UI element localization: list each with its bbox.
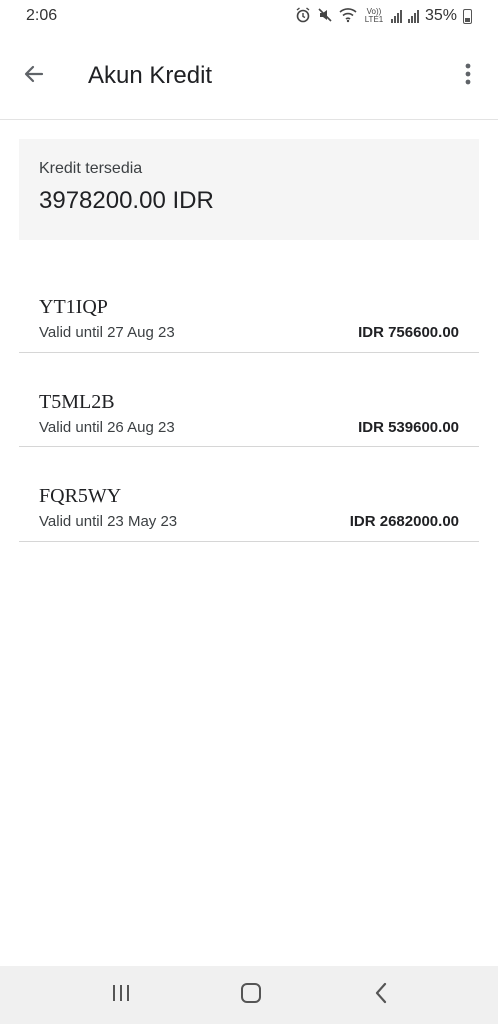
voucher-amount: IDR 756600.00 — [358, 324, 459, 341]
page-title: Akun Kredit — [88, 62, 213, 89]
battery-icon — [463, 8, 472, 24]
status-right: Vo)) LTE1 35% — [295, 6, 472, 26]
lte-label: Vo)) LTE1 — [364, 7, 384, 24]
credit-summary-card: Kredit tersedia 3978200.00 IDR — [19, 139, 479, 240]
voucher-list: YT1IQP Valid until 27 Aug 23 IDR 756600.… — [19, 258, 479, 542]
arrow-back-icon — [22, 62, 46, 91]
home-icon — [240, 982, 262, 1009]
voucher-validity: Valid until 26 Aug 23 — [39, 418, 175, 436]
wifi-icon — [339, 7, 357, 26]
voucher-validity: Valid until 27 Aug 23 — [39, 324, 175, 341]
status-left: 2:06 — [26, 7, 57, 25]
mute-icon — [317, 7, 333, 26]
screen: 2:06 Vo)) LTE1 35% Akun Kredit Kredit te… — [0, 0, 498, 1024]
voucher-code: FQR5WY — [39, 485, 122, 507]
signal-icon-2 — [407, 9, 419, 23]
alarm-icon — [295, 6, 311, 26]
voucher-item[interactable]: YT1IQP Valid until 27 Aug 23 IDR 756600.… — [19, 258, 479, 353]
app-bar: Akun Kredit — [0, 32, 498, 120]
voucher-item[interactable]: T5ML2B Valid until 26 Aug 23 IDR 539600.… — [19, 353, 479, 447]
signal-icon-1 — [390, 9, 402, 23]
voucher-amount: IDR 2682000.00 — [349, 513, 459, 530]
recents-icon — [111, 983, 131, 1008]
credit-label: Kredit tersedia — [39, 160, 143, 177]
battery-percent: 35% — [424, 7, 457, 24]
system-nav-bar — [0, 966, 498, 1024]
more-options-button[interactable] — [456, 60, 480, 92]
voucher-validity: Valid until 23 May 23 — [39, 513, 178, 530]
nav-back-button[interactable] — [351, 966, 411, 1024]
more-vert-icon — [465, 63, 471, 90]
credit-value: 3978200.00 IDR — [39, 187, 214, 214]
voucher-amount: IDR 539600.00 — [358, 418, 459, 436]
back-button[interactable] — [18, 60, 50, 92]
status-bar: 2:06 Vo)) LTE1 35% — [0, 0, 498, 32]
recents-button[interactable] — [91, 966, 151, 1024]
voucher-code: YT1IQP — [39, 296, 108, 318]
voucher-item[interactable]: FQR5WY Valid until 23 May 23 IDR 2682000… — [19, 447, 479, 542]
status-time: 2:06 — [26, 7, 58, 24]
home-button[interactable] — [221, 966, 281, 1024]
voucher-code: T5ML2B — [39, 390, 115, 413]
nav-back-icon — [373, 982, 389, 1009]
